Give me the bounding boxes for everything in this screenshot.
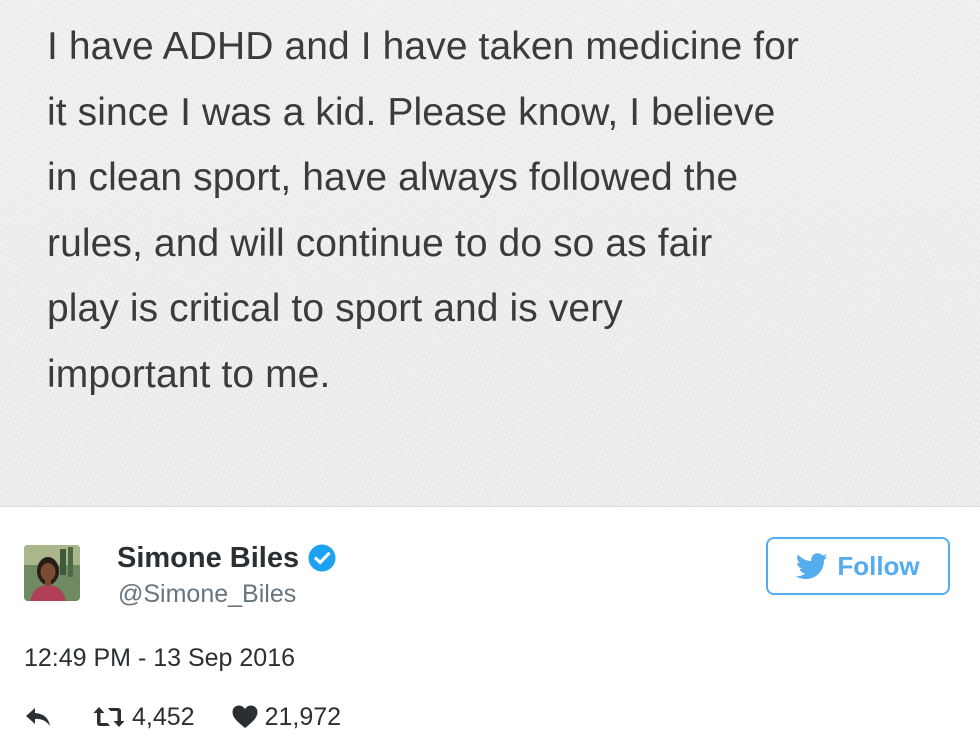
reply-icon [26,708,50,726]
verified-badge-icon [308,544,336,572]
user-name-row: Simone Biles [117,541,337,575]
follow-button-label: Follow [837,550,920,581]
tweet-timestamp[interactable]: 12:49 PM - 13 Sep 2016 [24,644,295,673]
tweet-card: Simone Biles @Simone_Biles Follow 12:49 … [0,507,980,753]
display-name[interactable]: Simone Biles [117,542,299,575]
like-count: 21,972 [264,702,342,731]
avatar[interactable] [24,545,80,601]
retweet-button[interactable]: 4,452 [92,703,195,732]
reply-button[interactable] [24,705,52,729]
heart-icon [232,705,258,728]
follow-button[interactable]: Follow [766,537,950,595]
avatar-photo-icon [24,545,80,601]
twitter-bird-icon [796,552,828,579]
user-handle[interactable]: @Simone_Biles [118,580,296,609]
retweet-icon [93,707,125,727]
note-text: I have ADHD and I have taken medicine fo… [47,25,800,396]
like-button[interactable]: 21,972 [231,703,341,732]
note-screenshot-image: I have ADHD and I have taken medicine fo… [0,0,980,507]
tweet-actions: 4,452 21,972 [24,700,341,734]
retweet-count: 4,452 [132,702,195,731]
